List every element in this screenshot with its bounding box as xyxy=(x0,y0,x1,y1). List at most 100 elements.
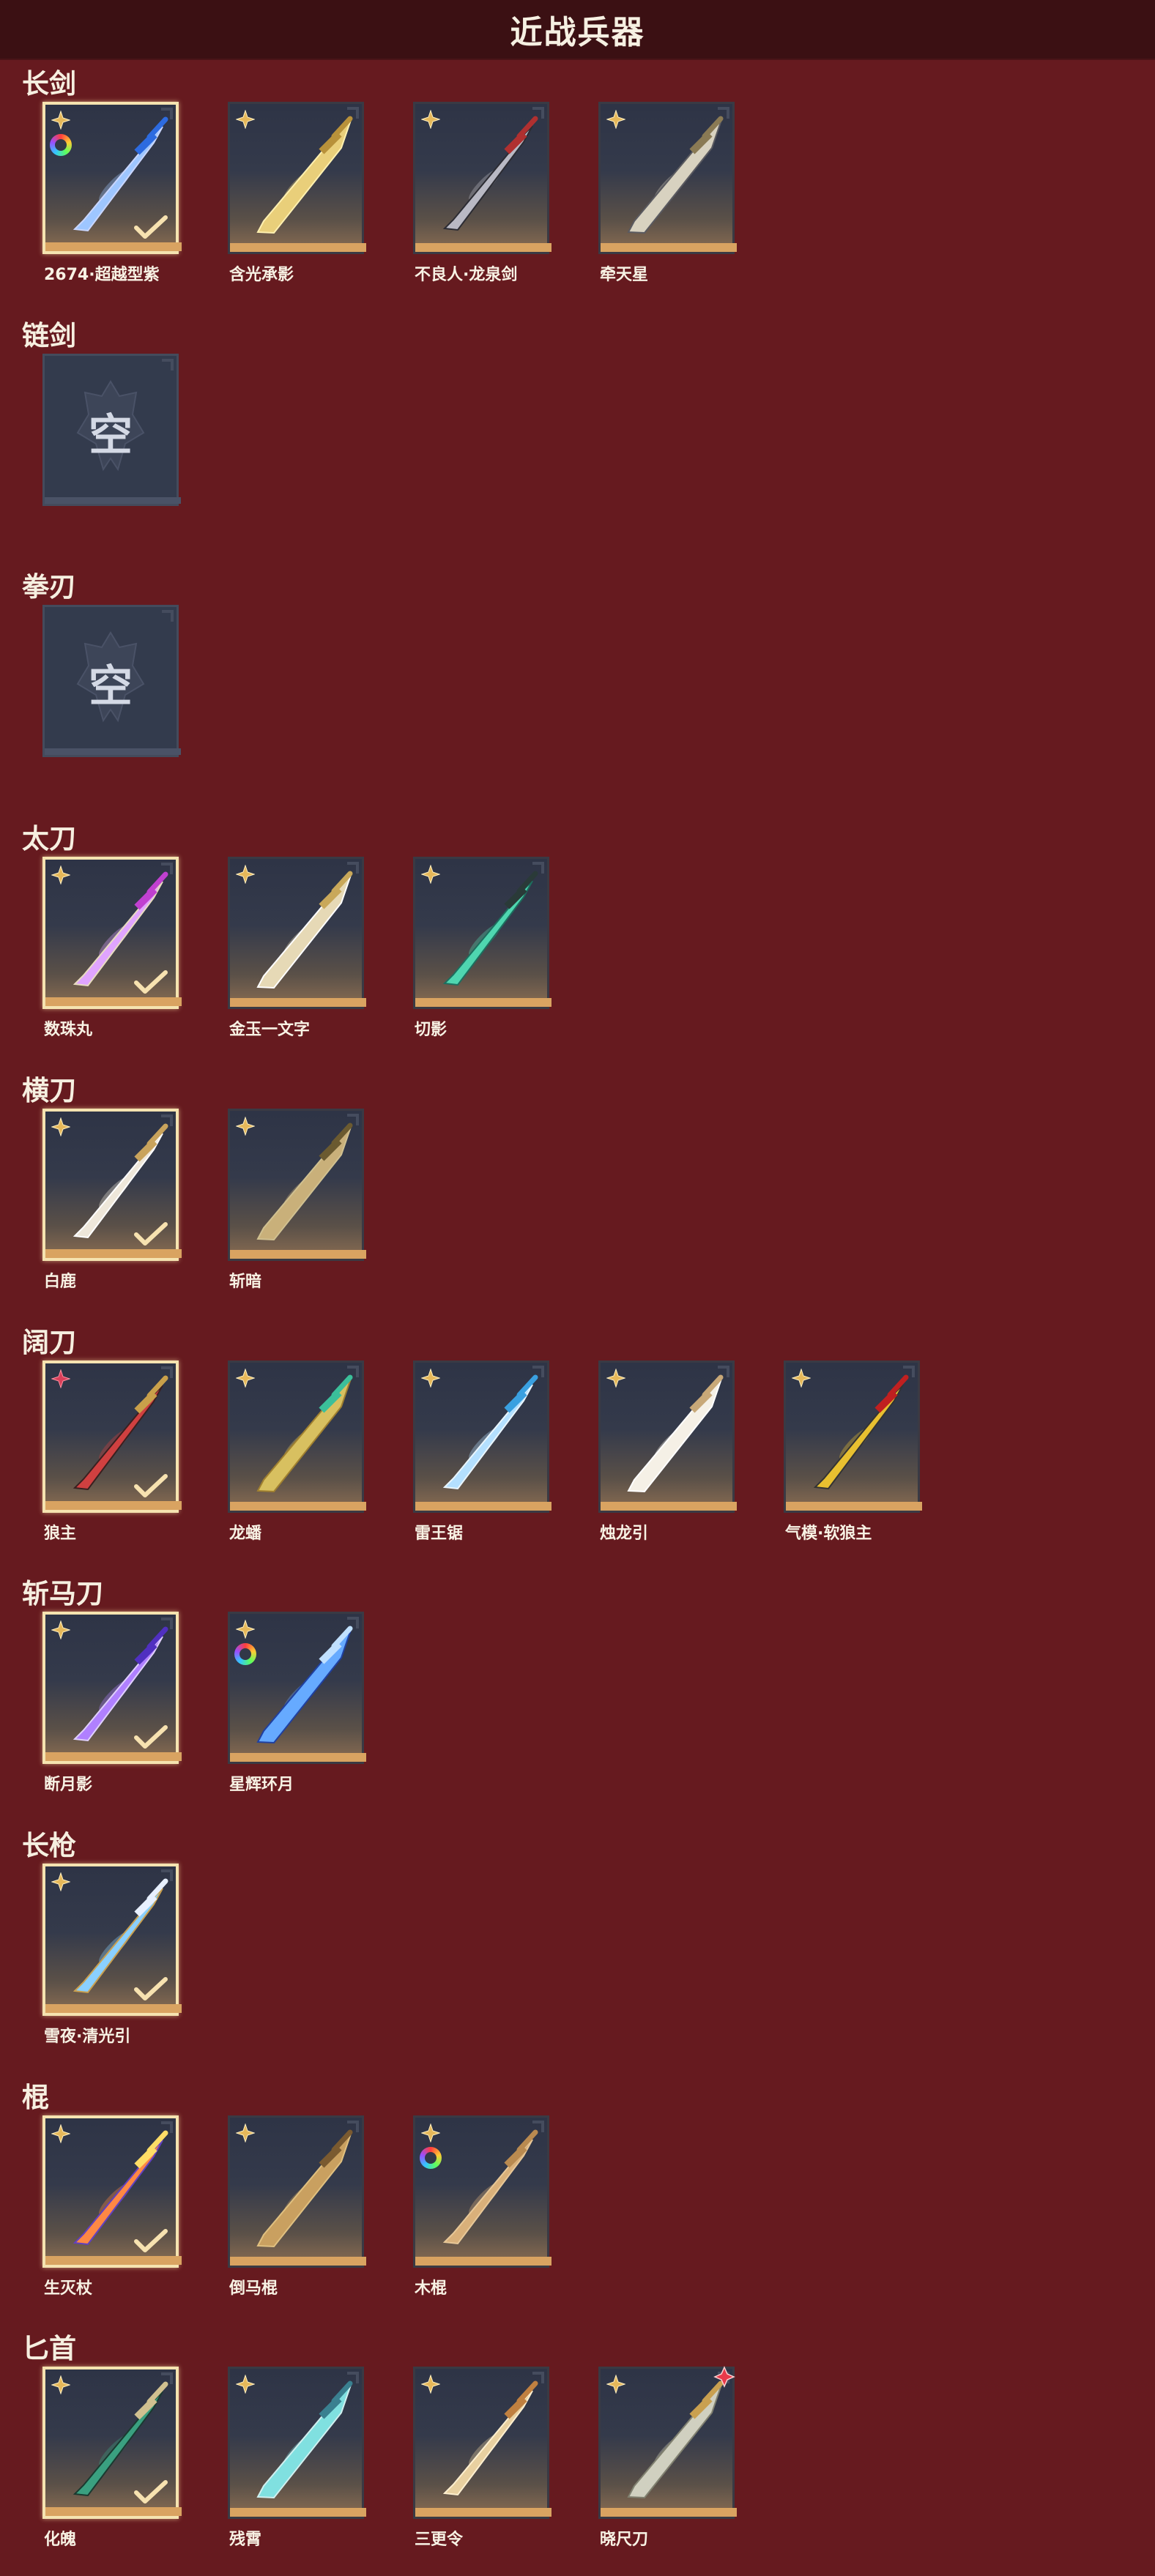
card-bottom-bar xyxy=(45,1249,182,1258)
weapon-slot[interactable]: 白鹿 xyxy=(42,1109,183,1291)
weapon-card[interactable] xyxy=(413,102,551,254)
category-title: 匕首 xyxy=(22,2333,76,2364)
weapon-card[interactable] xyxy=(42,102,182,254)
card-bottom-bar xyxy=(45,2256,182,2265)
weapon-name: 烛龙引 xyxy=(600,1525,649,1543)
weapon-card[interactable] xyxy=(42,2367,182,2519)
weapon-card[interactable] xyxy=(42,1864,182,2016)
weapon-card[interactable] xyxy=(42,2115,182,2268)
category-title: 长枪 xyxy=(22,1830,76,1861)
card-bottom-bar xyxy=(230,2257,366,2266)
rainbow-ring-icon xyxy=(420,2147,442,2169)
weapon-card[interactable] xyxy=(413,2367,551,2519)
card-bottom-bar xyxy=(45,2004,182,2013)
four-point-star-icon xyxy=(421,1369,440,1388)
weapon-name: 金玉一文字 xyxy=(229,1021,311,1039)
card-bottom-bar xyxy=(230,1502,366,1511)
weapon-slot[interactable]: 星辉环月 xyxy=(228,1612,368,1794)
weapon-slot[interactable]: 雷王锯 xyxy=(413,1360,554,1543)
check-icon xyxy=(134,1474,168,1497)
weapon-name: 倒马棍 xyxy=(229,2279,278,2298)
weapon-card[interactable] xyxy=(228,1360,366,1513)
weapon-slot[interactable]: 数珠丸 xyxy=(42,857,183,1039)
card-bottom-bar xyxy=(45,242,182,251)
weapon-name: 晓尺刀 xyxy=(600,2531,649,2549)
category-section: 长剑 2674·超越型紫 含光承影 不良人·龙泉剑 牵天星 xyxy=(0,62,1155,303)
weapon-card[interactable] xyxy=(228,1109,366,1261)
weapon-card[interactable] xyxy=(42,1612,182,1764)
weapon-card[interactable] xyxy=(42,1109,182,1261)
weapon-slot[interactable]: 不良人·龙泉剑 xyxy=(413,102,554,284)
weapon-name: 三更令 xyxy=(415,2531,464,2549)
weapon-slot[interactable]: 晓尺刀 xyxy=(598,2366,739,2549)
weapon-slot[interactable]: 木棍 xyxy=(413,2115,554,2298)
weapon-slot[interactable]: 含光承影 xyxy=(228,102,368,284)
weapon-card[interactable] xyxy=(228,102,366,254)
check-icon xyxy=(134,970,168,994)
four-point-star-icon xyxy=(421,110,440,129)
weapon-card[interactable]: 空 xyxy=(42,354,181,506)
weapon-slot[interactable]: 残霄 xyxy=(228,2367,368,2549)
weapon-card[interactable] xyxy=(598,102,737,254)
weapon-slot[interactable]: 断月影 xyxy=(42,1612,183,1794)
weapon-card[interactable] xyxy=(784,1360,922,1513)
weapon-card[interactable]: 空 xyxy=(42,605,181,757)
weapon-slot[interactable]: 2674·超越型紫 xyxy=(42,102,183,284)
four-point-star-icon xyxy=(236,1117,255,1136)
weapon-slot[interactable]: 三更令 xyxy=(413,2367,554,2549)
page-header: 近战兵器 xyxy=(0,0,1155,60)
weapon-card[interactable] xyxy=(413,1360,551,1513)
weapon-card[interactable] xyxy=(228,1612,366,1764)
check-icon xyxy=(134,1977,168,2000)
card-bottom-bar xyxy=(415,243,551,252)
empty-weapon-slot[interactable]: 空 xyxy=(42,354,183,518)
four-point-star-icon xyxy=(236,110,255,129)
category-section: 长枪雪夜·清光引 xyxy=(0,1823,1155,2065)
weapon-name: 不良人·龙泉剑 xyxy=(415,266,518,284)
empty-slot-label: 空 xyxy=(89,661,133,712)
four-point-star-icon xyxy=(606,2375,625,2394)
four-point-star-icon xyxy=(421,865,440,884)
card-bottom-bar xyxy=(415,998,551,1007)
weapon-card[interactable] xyxy=(42,1360,182,1513)
weapon-slot[interactable]: 生灭杖 xyxy=(42,2115,183,2298)
weapon-card[interactable] xyxy=(598,1360,737,1513)
weapon-slot[interactable]: 狼主 xyxy=(42,1360,183,1543)
four-point-star-icon xyxy=(51,1620,70,1639)
weapon-slot[interactable]: 气模·软狼主 xyxy=(784,1360,924,1543)
weapon-slot[interactable]: 化魄 xyxy=(42,2367,183,2549)
category-title: 太刀 xyxy=(22,823,76,855)
weapon-name: 斩暗 xyxy=(229,1273,262,1291)
corner-bracket-icon xyxy=(162,610,174,622)
weapon-name: 雷王锯 xyxy=(415,1525,464,1543)
weapon-card[interactable] xyxy=(228,2367,366,2519)
card-bottom-bar xyxy=(45,1501,182,1510)
weapon-card[interactable] xyxy=(228,2115,366,2268)
corner-bracket-icon xyxy=(162,359,174,371)
card-bottom-bar xyxy=(601,2508,737,2517)
weapon-card[interactable] xyxy=(413,857,551,1009)
weapon-card[interactable] xyxy=(228,857,366,1009)
empty-weapon-slot[interactable]: 空 xyxy=(42,605,183,769)
weapon-slot[interactable]: 切影 xyxy=(413,857,554,1039)
weapon-slot[interactable]: 烛龙引 xyxy=(598,1360,739,1543)
weapon-slot[interactable]: 倒马棍 xyxy=(228,2115,368,2298)
category-section: 斩马刀 断月影 星辉环月 xyxy=(0,1571,1155,1813)
weapon-slot[interactable]: 雪夜·清光引 xyxy=(42,1864,183,2046)
four-point-star-icon xyxy=(421,2123,440,2143)
weapon-name: 白鹿 xyxy=(44,1273,77,1291)
card-bottom-bar xyxy=(601,243,737,252)
weapon-card[interactable] xyxy=(598,2366,737,2519)
weapon-card[interactable] xyxy=(413,2115,551,2268)
weapon-slot[interactable]: 金玉一文字 xyxy=(228,857,368,1039)
weapon-name: 含光承影 xyxy=(229,266,294,284)
card-bottom-bar xyxy=(415,2508,551,2517)
weapon-slot[interactable]: 龙蟠 xyxy=(228,1360,368,1543)
weapon-slot[interactable]: 斩暗 xyxy=(228,1109,368,1291)
weapon-slot[interactable]: 牵天星 xyxy=(598,102,739,284)
empty-slot-label: 空 xyxy=(89,410,133,461)
weapon-name: 雪夜·清光引 xyxy=(44,2028,131,2046)
card-bottom-bar xyxy=(415,1502,551,1511)
weapon-card[interactable] xyxy=(42,857,182,1009)
category-section: 拳刃空 xyxy=(0,565,1155,806)
